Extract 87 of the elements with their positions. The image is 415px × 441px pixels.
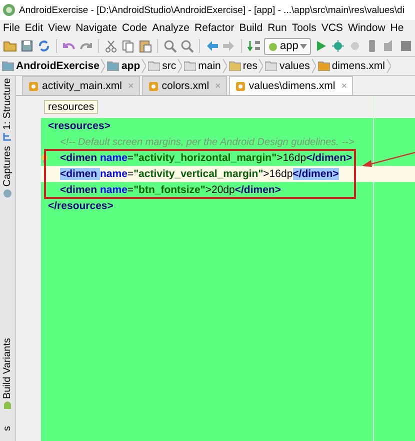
debug-icon[interactable] [331,39,346,53]
breadcrumb-item[interactable]: app [107,60,140,72]
find-icon[interactable] [163,39,177,53]
code-token: <resources> [48,120,110,132]
editor-tab[interactable]: colors.xml × [142,76,227,95]
chevron-icon [178,59,182,73]
menu-item[interactable]: Navigate [76,22,118,34]
menu-item[interactable]: Tools [292,22,316,34]
tool-window-button[interactable]: Build Variants [0,338,15,410]
tool-window-button[interactable]: s [0,426,15,431]
chevron-icon [386,59,391,73]
menu-item[interactable]: Window [348,22,386,34]
structure-icon [3,132,12,141]
code-token: >16dp [276,152,306,164]
code-token: <dimen [60,184,98,196]
code-token: "btn_fontsize" [134,184,206,196]
folder-icon [228,61,241,71]
code-token: </dimen> [306,152,352,164]
code-token: <dimen [60,168,100,180]
circle-icon [3,188,12,198]
tool-window-button[interactable]: 1: Structure [0,78,15,141]
code-token: name [100,152,128,164]
code-token: "activity_horizontal_margin" [134,152,277,164]
chevron-icon [222,59,227,73]
folder-icon [2,61,14,71]
chevron-icon [312,59,316,73]
save-icon[interactable] [20,39,34,53]
caret-icon [300,44,308,48]
breadcrumb-item[interactable]: src [148,60,176,72]
breadcrumb-item[interactable]: dimens.xml [318,60,385,72]
breadcrumb-item[interactable]: values [265,60,310,72]
android-icon [268,41,278,51]
code-token: name [100,184,128,196]
app-logo-icon [3,4,15,16]
breadcrumb-item[interactable]: AndroidExercise [2,60,100,72]
copy-icon[interactable] [121,39,135,53]
editor-tab[interactable]: activity_main.xml × [22,76,140,95]
menu-item[interactable]: Build [239,22,263,34]
code-token: = [127,152,134,164]
folder-icon [148,61,160,71]
code-token: = [127,168,134,180]
code-token: "activity_vertical_margin" [134,168,264,180]
folder-icon [265,61,278,71]
chevron-icon [142,59,146,73]
code-token: <dimen [60,152,98,164]
code-token: name [100,168,128,180]
run-icon[interactable] [314,39,328,53]
chevron-icon [101,59,106,73]
fwd-icon[interactable] [222,39,236,53]
menu-item[interactable]: Edit [24,22,44,34]
code-token: >16dp [263,168,293,180]
lightbulb-icon[interactable] [41,154,48,162]
tool-window-button[interactable]: Captures [0,146,15,198]
menu-item[interactable]: VCS [321,22,343,34]
run-config-dropdown[interactable]: app [264,38,312,54]
menu-item[interactable]: He [390,22,404,34]
xml-file-icon [318,61,330,71]
sync-icon[interactable] [37,39,51,53]
xml-breadcrumb[interactable]: resources [44,100,98,114]
folder-icon [184,61,196,71]
code-token: </resources> [48,200,114,212]
stop-icon[interactable] [399,39,414,53]
paste-icon[interactable] [138,39,152,53]
folder-icon[interactable] [3,39,17,53]
menu-item[interactable]: Code [122,22,148,34]
folder-icon [107,61,120,71]
android-icon [3,400,12,410]
menu-item[interactable]: Analyze [152,22,190,34]
window-title: AndroidExercise - [D:\AndroidStudio\AndroidExercise] - [app] - ...\app\src\main\res\values\di [19,4,404,16]
cut-icon[interactable] [104,39,118,53]
code-token: </dimen> [234,184,281,196]
menu-item[interactable]: Refactor [194,22,234,34]
editor-tab[interactable]: values\dimens.xml × [228,76,354,95]
code-token: <!-- Default screen margins, per the Android Design guidelines. --> [60,136,354,148]
menu-item[interactable]: Run [268,22,287,34]
code-token: = [127,184,134,196]
xml-file-icon [148,80,159,92]
breadcrumb-item[interactable]: res [228,60,258,72]
code-token: </dimen> [292,168,339,180]
chevron-icon [259,59,264,73]
xml-file-icon [28,80,39,92]
menu-item[interactable]: File [3,22,20,34]
code-token: >20dp [205,184,235,196]
breadcrumb-item[interactable]: main [184,60,221,72]
xml-file-icon [234,80,246,92]
back-icon[interactable] [205,39,219,53]
menu-item[interactable]: View [48,22,71,34]
